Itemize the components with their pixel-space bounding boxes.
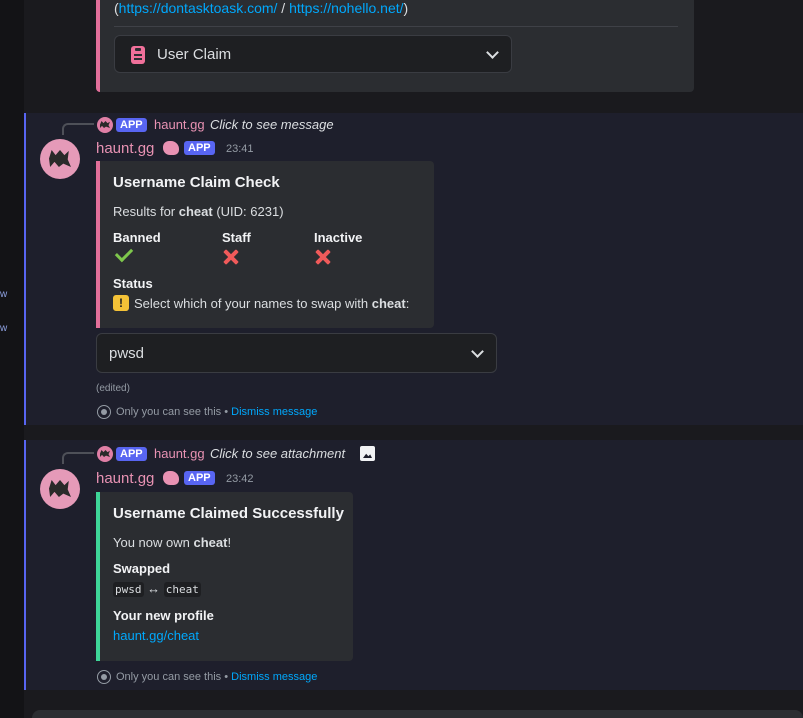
image-icon <box>360 446 375 461</box>
eye-icon <box>97 670 111 684</box>
timestamp[interactable]: 23:41 <box>226 143 254 155</box>
left-rail <box>0 0 24 718</box>
id-badge-icon <box>131 46 145 64</box>
own-line: You now own cheat! <box>113 535 232 550</box>
link-nohello[interactable]: https://nohello.net/ <box>289 0 403 16</box>
cross-icon <box>314 248 332 266</box>
status-text: Select which of your names to swap with … <box>134 296 410 311</box>
ephemeral-note: Only you can see this • Dismiss message <box>116 406 318 418</box>
cross-icon <box>222 248 240 266</box>
swap-line: pwsd ↔ cheat <box>113 581 201 597</box>
select-value: pwsd <box>109 345 145 362</box>
author-name[interactable]: haunt.gg <box>96 470 154 487</box>
sidebar-fragment[interactable]: w <box>0 289 7 300</box>
link-separator: / <box>277 0 290 16</box>
message-group: APP haunt.gg Click to see message haunt.… <box>24 113 803 425</box>
reply-preview[interactable]: Click to see attachment <box>210 446 345 461</box>
field-staff-label: Staff <box>222 230 251 245</box>
eye-icon <box>97 405 111 419</box>
field-banned-label: Banned <box>113 230 161 245</box>
avatar[interactable] <box>40 469 80 509</box>
claimed-embed: Username Claimed Successfully You now ow… <box>96 492 353 661</box>
message-group: APP haunt.gg Click to see attachment hau… <box>24 440 803 690</box>
ephemeral-note: Only you can see this • Dismiss message <box>116 671 318 683</box>
dismiss-message-link[interactable]: Dismiss message <box>231 406 317 418</box>
reply-connector <box>62 452 94 464</box>
reply-author[interactable]: haunt.gg <box>154 117 205 132</box>
embed-title: Username Claimed Successfully <box>113 505 344 522</box>
profile-label: Your new profile <box>113 608 214 623</box>
app-badge: APP <box>116 447 147 461</box>
claim-check-embed: Username Claim Check Results for cheat (… <box>96 161 434 328</box>
check-icon <box>114 243 134 263</box>
reply-connector <box>62 123 94 135</box>
reply-avatar[interactable] <box>97 446 113 462</box>
sidebar-fragment[interactable]: w <box>0 323 7 334</box>
swapped-label: Swapped <box>113 561 171 576</box>
brain-icon <box>163 141 179 155</box>
chevron-down-icon <box>471 345 484 358</box>
reply-avatar[interactable] <box>97 117 113 133</box>
avatar[interactable] <box>40 139 80 179</box>
app-badge: APP <box>184 141 215 155</box>
dismiss-message-link[interactable]: Dismiss message <box>231 671 317 683</box>
previous-embed: (https://dontasktoask.com/ / https://noh… <box>96 0 694 92</box>
profile-link[interactable]: haunt.gg/cheat <box>113 628 199 643</box>
reply-author[interactable]: haunt.gg <box>154 446 205 461</box>
embed-links: (https://dontasktoask.com/ / https://noh… <box>114 0 408 16</box>
select-label: User Claim <box>157 46 232 63</box>
reply-preview[interactable]: Click to see message <box>210 117 334 132</box>
author-name[interactable]: haunt.gg <box>96 140 154 157</box>
chevron-down-icon <box>486 46 499 59</box>
message-composer[interactable] <box>32 710 803 718</box>
embed-title: Username Claim Check <box>113 174 280 191</box>
link-dontasktoask[interactable]: https://dontasktoask.com/ <box>119 0 278 16</box>
paren: ) <box>403 0 409 16</box>
name-swap-select[interactable]: pwsd <box>96 333 497 373</box>
user-claim-select[interactable]: User Claim <box>114 35 512 73</box>
timestamp[interactable]: 23:42 <box>226 473 254 485</box>
divider <box>114 26 678 27</box>
app-badge: APP <box>184 471 215 485</box>
brain-icon <box>163 471 179 485</box>
field-inactive-label: Inactive <box>314 230 363 245</box>
warning-icon: ! <box>113 295 129 311</box>
status-label: Status <box>113 276 153 291</box>
edited-indicator: (edited) <box>96 383 130 394</box>
app-badge: APP <box>116 118 147 132</box>
results-line: Results for cheat (UID: 6231) <box>113 204 284 219</box>
